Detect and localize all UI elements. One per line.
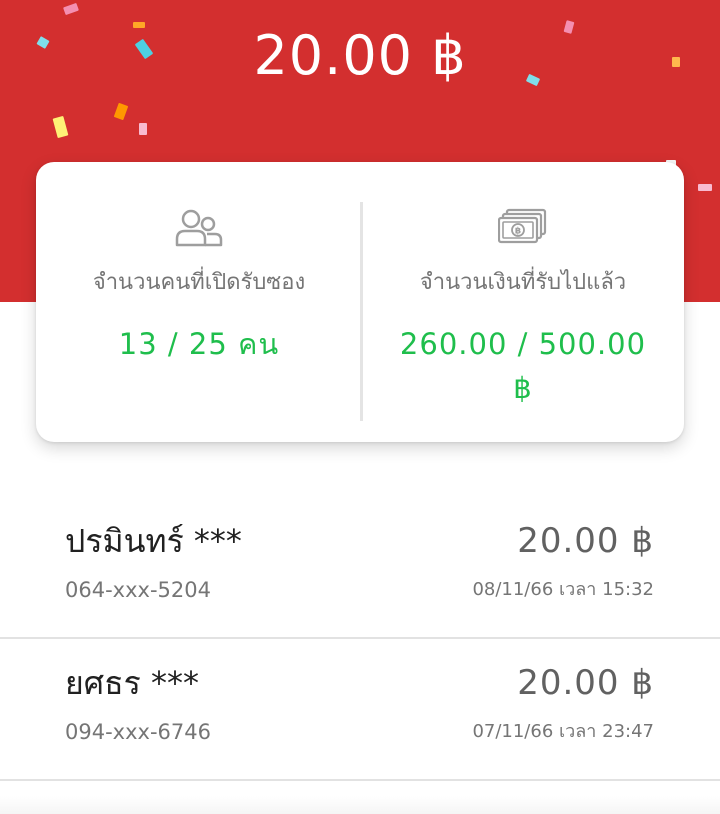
confetti-piece — [113, 102, 129, 121]
people-value: 13 / 25 คน — [118, 327, 280, 361]
confetti-piece — [52, 115, 69, 139]
confetti-piece — [698, 184, 712, 191]
recipient-phone: 064-xxx-5204 — [65, 578, 211, 602]
people-stat: จำนวนคนที่เปิดรับซอง 13 / 25 คน — [36, 162, 362, 442]
list-item[interactable]: ยศธร *** 20.00 ฿ 094-xxx-6746 07/11/66 เ… — [0, 639, 720, 781]
money-value: 260.00 / 500.00 ฿ — [399, 327, 647, 405]
recipient-phone: 094-xxx-6746 — [65, 720, 211, 744]
received-amount: 20.00 ฿ — [253, 24, 467, 87]
confetti-piece — [63, 2, 79, 16]
recipient-amount: 20.00 ฿ — [517, 663, 654, 703]
list-item[interactable]: ปรมินทร์ *** 20.00 ฿ 064-xxx-5204 08/11/… — [0, 497, 720, 639]
money-stat: ฿ จำนวนเงินที่รับไปแล้ว 260.00 / 500.00 … — [362, 162, 684, 442]
stats-card: จำนวนคนที่เปิดรับซอง 13 / 25 คน ฿ จำนวนเ… — [36, 162, 684, 442]
next-list-item-edge — [0, 796, 720, 814]
people-icon — [174, 208, 224, 252]
money-label: จำนวนเงินที่รับไปแล้ว — [419, 270, 627, 295]
received-datetime: 08/11/66 เวลา 15:32 — [472, 579, 654, 600]
people-label: จำนวนคนที่เปิดรับซอง — [92, 270, 306, 295]
recipient-amount: 20.00 ฿ — [517, 521, 654, 561]
svg-text:฿: ฿ — [515, 227, 521, 237]
recipient-name: ยศธร *** — [65, 664, 199, 702]
confetti-piece — [139, 123, 147, 135]
banknote-icon: ฿ — [497, 208, 548, 250]
received-datetime: 07/11/66 เวลา 23:47 — [472, 721, 654, 742]
recipient-name: ปรมินทร์ *** — [65, 522, 242, 560]
list-divider — [0, 779, 720, 781]
